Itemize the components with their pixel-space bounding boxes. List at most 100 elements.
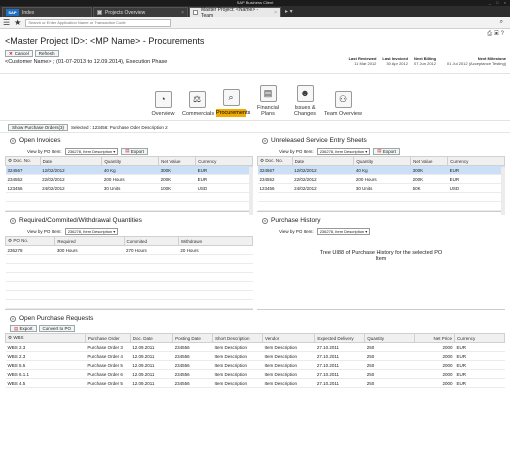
- col-quantity[interactable]: Quantity: [353, 156, 412, 166]
- table-settings-icon[interactable]: ⚙: [8, 158, 12, 163]
- tile-procurements[interactable]: ⌕ Procurements: [216, 89, 250, 117]
- tile-financial-plans[interactable]: ▤ Financial Plans: [250, 85, 286, 117]
- view-by-label: View by PO Item:: [27, 228, 62, 234]
- table-row[interactable]: WBS 5.5 Purchase Order 5 12.09.2011 234556 I…: [5, 360, 505, 370]
- help-icon[interactable]: ?: [501, 31, 506, 37]
- col-currency[interactable]: Currency: [447, 156, 505, 166]
- col-doc-date[interactable]: Doc. Date: [129, 333, 174, 343]
- tile-label: Team Overview: [324, 111, 362, 117]
- po-item-dropdown[interactable]: 236278, Item Description ▾: [64, 147, 119, 155]
- convert-to-po-button[interactable]: Convert to PO: [38, 325, 76, 332]
- col-expected-delivery[interactable]: Expected Delivery: [314, 333, 366, 343]
- favorites-star-icon[interactable]: ★: [14, 18, 21, 27]
- tile-commercials[interactable]: ⚖ Commercials: [182, 91, 214, 117]
- table-row[interactable]: 234552 22/02/2012 200 Hours 200K EUR: [257, 174, 505, 184]
- tab-label: Projects Overview: [105, 9, 146, 16]
- col-date[interactable]: Date: [39, 156, 103, 166]
- tab-label: Index: [22, 9, 35, 16]
- table-row[interactable]: 123456 24/02/2012 30 Units 50K USD: [257, 183, 505, 193]
- window-title: SAP Business Client: [236, 0, 274, 5]
- purchase-history-panel: ▾ Purchase History View by PO Item: 236278…: [257, 215, 505, 310]
- tab-close-icon[interactable]: ×: [274, 10, 277, 16]
- col-date[interactable]: Date: [291, 156, 355, 166]
- col-net-value[interactable]: Net Value: [158, 156, 197, 166]
- po-item-dropdown[interactable]: 236278, Item Description ▾: [64, 227, 119, 235]
- history-placeholder-text: Tree UI88 of Purchase History for the se…: [319, 250, 443, 262]
- table-row[interactable]: WBS 4.5 Purchase Order 5 12.09.2011 234556 I…: [5, 378, 505, 388]
- menu-icon[interactable]: ☰: [3, 18, 10, 27]
- table-row[interactable]: 324567 12/02/2012 40 Kg 300K EUR: [5, 165, 253, 175]
- tab-close-icon[interactable]: ×: [181, 10, 184, 16]
- col-po-no[interactable]: ⚙ PO No.: [4, 236, 56, 246]
- save-icon[interactable]: ▣: [494, 31, 501, 37]
- command-search-input[interactable]: [25, 18, 172, 27]
- collapse-icon[interactable]: ▾: [10, 137, 16, 144]
- window-controls[interactable]: _ □ ×: [489, 0, 508, 6]
- export-icon: ▤: [377, 148, 382, 153]
- col-required[interactable]: Required: [54, 236, 125, 246]
- table-row[interactable]: 236278 300 Hours 270 Hours 20 Hours: [5, 245, 253, 255]
- table-row[interactable]: WBS 6.1.1 Purchase Order 6 12.09.2011 23455…: [5, 369, 505, 379]
- col-currency[interactable]: Currency: [195, 156, 253, 166]
- col-quantity[interactable]: Quantity: [101, 156, 160, 166]
- navigation-tiles: ◔ Overview ⚖ Commercials ⌕ Procurements ▤ Fi…: [0, 73, 510, 121]
- page-header: <Master Project ID>: <MP Name> - Procure…: [0, 29, 510, 73]
- search-icon[interactable]: ⌕: [500, 19, 503, 26]
- col-net-value[interactable]: Net Value: [410, 156, 449, 166]
- table-row[interactable]: WBS 2.3 Purchase Order 3 12.09.2011 234556 I…: [5, 342, 505, 352]
- col-doc-no[interactable]: ⚙ Doc. No.: [257, 156, 293, 166]
- export-button[interactable]: ▤ Export: [121, 147, 148, 155]
- tab-label: Master Project: <Name> - Team: [201, 6, 259, 19]
- metric-last-reviewed: Last Reviewed 11 Mar 2012: [348, 56, 377, 66]
- collapse-icon[interactable]: ▾: [10, 217, 16, 224]
- col-quantity[interactable]: Quantity: [364, 333, 416, 343]
- service-entry-sheets-panel: ▾ Unreleased Service Entry Sheets View by…: [257, 135, 505, 215]
- col-net-price[interactable]: Net Price: [414, 333, 456, 343]
- col-doc-no[interactable]: ⚙ Doc. No.: [5, 156, 41, 166]
- cancel-button[interactable]: ✕ Cancel: [5, 50, 33, 57]
- cancel-icon: ✕: [9, 50, 13, 56]
- tab-bar: SAP Index Projects Overview × Master Pro…: [0, 6, 510, 19]
- col-wbs[interactable]: ⚙ WBS: [5, 333, 86, 343]
- col-withdrawn[interactable]: Withdrawn: [177, 236, 254, 246]
- collapse-icon[interactable]: ▾: [262, 217, 268, 224]
- col-vendor[interactable]: Vendor: [261, 333, 316, 343]
- show-purchase-orders-button[interactable]: Show Purchase Orders(3): [8, 124, 69, 131]
- table-row[interactable]: WBS 2.3 Purchase Order 4 12.09.2011 234556 I…: [5, 351, 505, 361]
- export-button[interactable]: ▤ Export: [373, 147, 400, 155]
- col-currency[interactable]: Currency: [454, 333, 505, 343]
- col-posting-date[interactable]: Posting Date: [172, 333, 214, 343]
- selection-bar: Show Purchase Orders(3) Selected : 12345…: [0, 123, 510, 133]
- selected-po-label: Selected : 123456: Purchase Oder Descrip…: [71, 125, 168, 130]
- table-row[interactable]: 123456 24/02/2012 30 Units 100K USD: [5, 183, 253, 193]
- window-titlebar: SAP Business Client _ □ ×: [0, 0, 510, 6]
- tile-team-overview[interactable]: ⚇ Team Overview: [324, 91, 362, 117]
- table-settings-icon[interactable]: ⚙: [8, 335, 12, 340]
- vertical-scrollbar[interactable]: [501, 167, 505, 215]
- po-item-dropdown[interactable]: 236278, Item Description ▾: [316, 147, 371, 155]
- table-row[interactable]: 234552 22/02/2012 200 Hours 200K EUR: [5, 174, 253, 184]
- collapse-icon[interactable]: ▾: [10, 315, 16, 322]
- new-tab-icon[interactable]: ▸ ▾: [285, 8, 293, 15]
- collapse-icon[interactable]: ▾: [262, 137, 268, 144]
- tab-projects-overview[interactable]: Projects Overview ×: [93, 7, 188, 17]
- col-commited[interactable]: Commited: [123, 236, 179, 246]
- metric-next-billing: Next Billing 07 Jun 2012: [413, 56, 436, 66]
- tile-issues-changes[interactable]: ☻ Issues & Changes: [290, 85, 320, 117]
- tab-team[interactable]: Master Project: <Name> - Team ×: [189, 6, 281, 19]
- panel-title: Unreleased Service Entry Sheets: [271, 137, 367, 144]
- export-button[interactable]: ▤ Export: [10, 325, 37, 332]
- col-short-description[interactable]: Short Description: [212, 333, 263, 343]
- refresh-button[interactable]: Refresh: [34, 50, 59, 57]
- tile-overview[interactable]: ◔ Overview: [148, 91, 178, 117]
- table-row[interactable]: 324567 12/02/2012 40 Kg 300K EUR: [257, 165, 505, 175]
- table-settings-icon[interactable]: ⚙: [8, 238, 12, 243]
- tab-index[interactable]: SAP Index: [2, 7, 92, 17]
- command-bar: ☰ ★ ⌕: [0, 17, 510, 29]
- po-item-dropdown[interactable]: 236278, Item Description ▾: [316, 227, 371, 235]
- view-by-label: View by PO Item:: [279, 148, 314, 154]
- vertical-scrollbar[interactable]: [249, 167, 253, 215]
- col-purchase-order[interactable]: Purchase Order: [84, 333, 131, 343]
- table-settings-icon[interactable]: ⚙: [260, 158, 264, 163]
- entry-sheets-table: ⚙ Doc. No. Date Quantity Net Value Currency …: [257, 156, 505, 211]
